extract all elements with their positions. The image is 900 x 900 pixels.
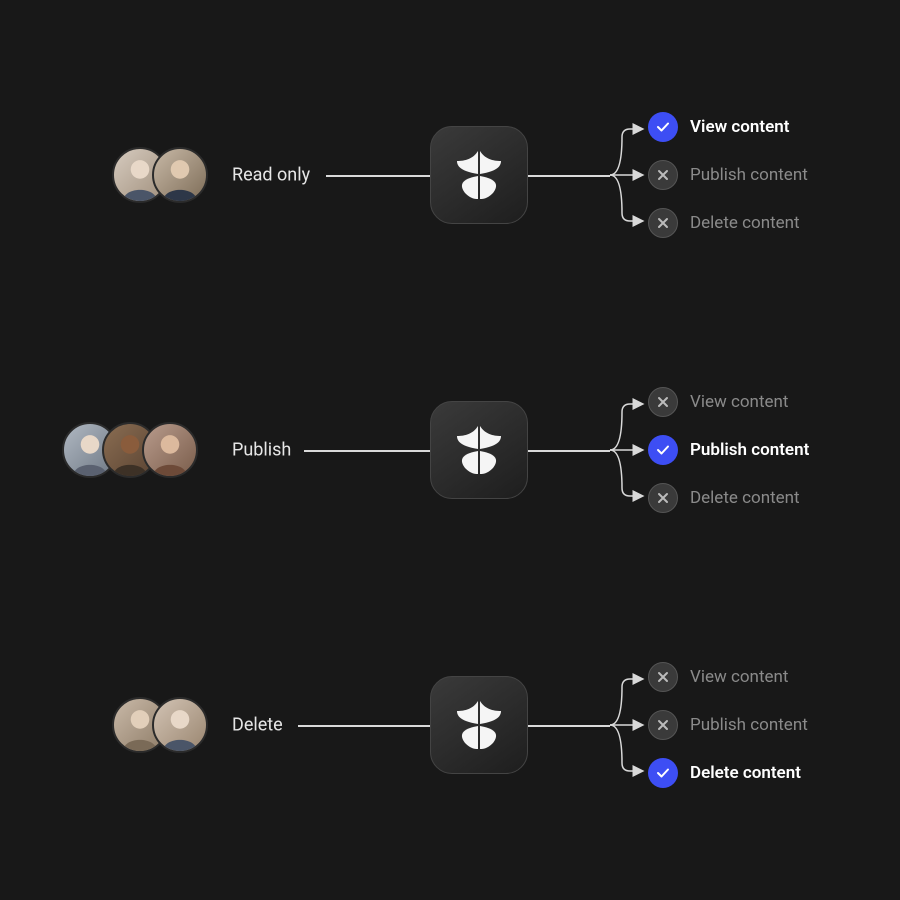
connector-line [528,450,610,452]
connector-line [528,175,610,177]
permissions-diagram: Read only [0,0,900,900]
permissions-list: View content Publish content Delete cont… [648,387,809,513]
check-icon [648,435,678,465]
shield-box [430,401,528,499]
cross-icon [648,387,678,417]
permission-label: Publish content [690,165,808,185]
permission-item: Publish content [648,160,808,190]
shield-box [430,676,528,774]
connector-line [326,175,430,177]
branch [610,115,646,235]
branch [610,390,646,510]
shield-icon [451,697,507,753]
permission-label: Delete content [690,763,801,783]
cross-icon [648,483,678,513]
permission-item: Delete content [648,483,809,513]
avatar-group [62,422,198,478]
role-row-delete: Delete [0,625,900,825]
cross-icon [648,710,678,740]
role-row-publish: Publish [0,350,900,550]
avatar-group [112,697,208,753]
permission-label: Publish content [690,715,808,735]
connector-line [528,725,610,727]
shield-icon [451,422,507,478]
permission-label: View content [690,667,788,687]
permission-label: Delete content [690,488,800,508]
permission-item: Delete content [648,208,808,238]
cross-icon [648,160,678,190]
permission-item: View content [648,662,808,692]
permission-label: Delete content [690,213,800,233]
permission-item: View content [648,112,808,142]
branch [610,665,646,785]
permissions-list: View content Publish content Delete cont… [648,662,808,788]
avatar [142,422,198,478]
role-label: Delete [232,715,283,736]
connector-line [298,725,430,727]
avatar-group [112,147,208,203]
check-icon [648,758,678,788]
connector-line [304,450,430,452]
permission-label: View content [690,392,788,412]
role-label: Read only [232,165,310,186]
permission-item: View content [648,387,809,417]
permission-item: Publish content [648,435,809,465]
avatar [152,147,208,203]
permission-item: Publish content [648,710,808,740]
role-label: Publish [232,440,291,461]
shield-box [430,126,528,224]
check-icon [648,112,678,142]
avatar [152,697,208,753]
permission-label: View content [690,117,789,137]
cross-icon [648,662,678,692]
shield-icon [451,147,507,203]
permission-label: Publish content [690,440,809,460]
permissions-list: View content Publish content Delete cont… [648,112,808,238]
permission-item: Delete content [648,758,808,788]
role-row-read-only: Read only [0,75,900,275]
cross-icon [648,208,678,238]
